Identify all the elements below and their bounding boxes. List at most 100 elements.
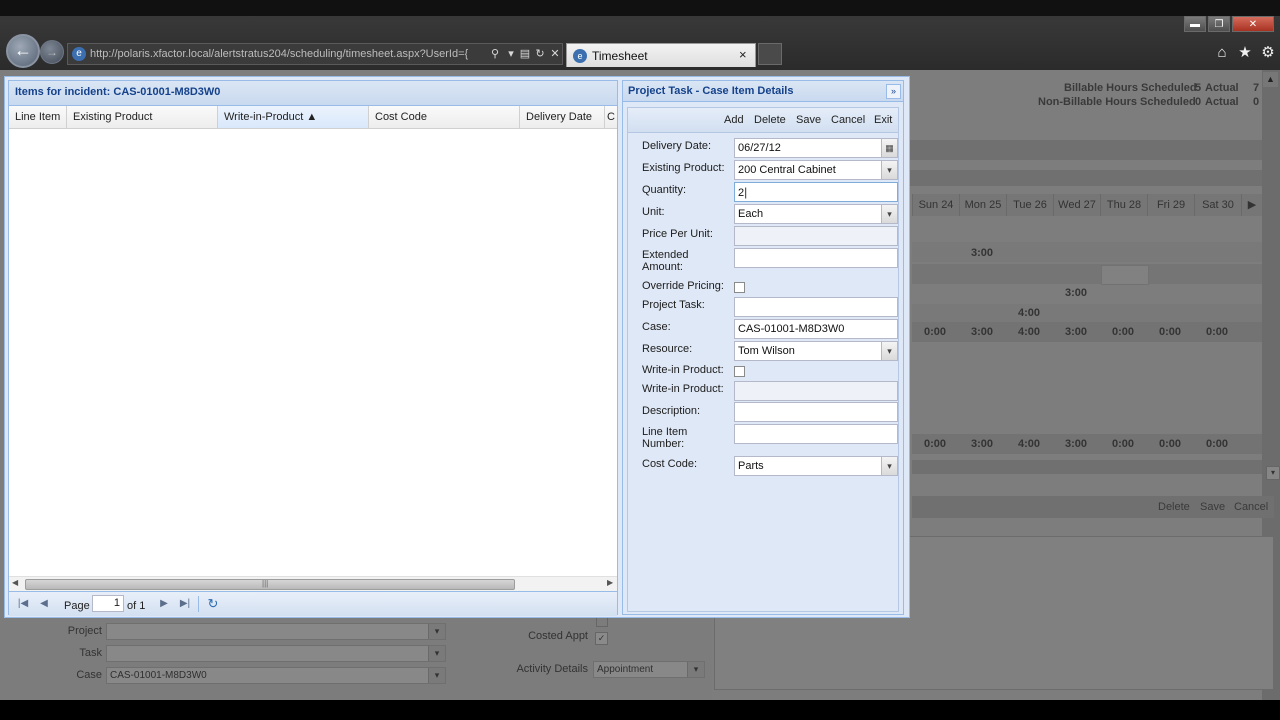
time-cell[interactable]: 3:00 — [1056, 287, 1096, 299]
case-field[interactable]: CAS-01001-M8D3W0 — [734, 319, 898, 339]
cost-code-field[interactable]: Parts ▾ — [734, 456, 898, 476]
price-per-unit-field[interactable] — [734, 226, 898, 246]
extended-amount-field[interactable] — [734, 248, 898, 268]
bg-cancel-button[interactable]: Cancel — [1234, 501, 1268, 513]
page-number-input[interactable]: 1 — [92, 595, 124, 612]
time-cell[interactable]: 3:00 — [962, 247, 1002, 259]
grid-body[interactable] — [9, 129, 617, 575]
save-button[interactable]: Save — [796, 114, 821, 126]
home-icon[interactable]: ⌂ — [1213, 44, 1231, 62]
column-delivery-date[interactable]: Delivery Date — [520, 106, 605, 128]
compat-icon[interactable]: ▤ — [518, 47, 532, 61]
chevron-down-icon[interactable]: ▾ — [881, 205, 897, 223]
scroll-right-icon[interactable]: ▶ — [607, 578, 613, 587]
add-button[interactable]: Add — [724, 114, 744, 126]
write-in-product-field[interactable] — [734, 381, 898, 401]
new-tab-button[interactable] — [758, 43, 782, 65]
bg-delete-button[interactable]: Delete — [1158, 501, 1190, 513]
column-line-item[interactable]: Line Item — [9, 106, 67, 128]
column-write-in-product[interactable]: Write-in-Product ▲ — [218, 106, 369, 128]
column-c[interactable]: C — [605, 106, 617, 128]
site-icon: e — [72, 47, 86, 61]
chevron-down-icon[interactable]: ▾ — [428, 668, 445, 683]
chevron-down-icon[interactable]: ▾ — [881, 342, 897, 360]
nonbillable-actual-label: Actual — [1205, 96, 1239, 108]
activity-field[interactable]: Appointment ▾ — [593, 661, 705, 678]
line-item-number-field[interactable] — [734, 424, 898, 444]
chevron-down-icon[interactable]: ▾ — [881, 161, 897, 179]
total-cell: 0:00 — [1205, 438, 1229, 450]
selected-cell[interactable] — [1101, 265, 1149, 285]
chevron-down-icon[interactable]: ▾ — [881, 457, 897, 475]
unit-field[interactable]: Each ▾ — [734, 204, 898, 224]
address-url[interactable]: http://polaris.xfactor.local/alertstratu… — [90, 48, 485, 60]
scroll-thumb[interactable]: ||| — [25, 579, 515, 590]
billable-actual: 7 — [1253, 82, 1260, 94]
search-icon[interactable]: ⚲ — [488, 47, 502, 61]
chevron-down-icon[interactable]: ▾ — [504, 47, 518, 61]
delivery-date-value: 06/27/12 — [738, 142, 781, 154]
total-cell: 3:00 — [970, 326, 994, 338]
items-grid-panel: Items for incident: CAS-01001-M8D3W0 Lin… — [8, 80, 618, 616]
refresh-icon[interactable]: ↻ — [205, 596, 221, 612]
last-page-icon[interactable]: ▶| — [177, 596, 193, 612]
column-existing-product[interactable]: Existing Product — [67, 106, 218, 128]
tab-timesheet[interactable]: e Timesheet × — [566, 43, 756, 67]
delivery-date-field[interactable]: 06/27/12 ▦ — [734, 138, 898, 158]
section-band — [912, 460, 1262, 474]
costed-label: Costed Appt — [528, 630, 588, 642]
close-window-button[interactable]: ✕ — [1232, 16, 1274, 32]
back-icon[interactable]: ← — [6, 34, 40, 68]
collapse-icon[interactable]: » — [886, 84, 901, 99]
maximize-button[interactable]: ❐ — [1208, 16, 1230, 32]
minimize-button[interactable]: ▬ — [1184, 16, 1206, 32]
favorites-icon[interactable]: ★ — [1236, 44, 1254, 62]
items-panel-header: Items for incident: CAS-01001-M8D3W0 — [9, 81, 617, 106]
write-in-product-checkbox[interactable] — [734, 366, 745, 377]
calendar-icon[interactable]: ▦ — [881, 139, 897, 157]
time-row — [912, 304, 1262, 324]
settings-icon[interactable]: ⚙ — [1259, 44, 1277, 62]
first-page-icon[interactable]: |◀ — [15, 596, 31, 612]
nonbillable-actual: 0 — [1253, 96, 1260, 108]
costed-checkbox[interactable]: ✓ — [595, 632, 608, 645]
forward-icon[interactable]: → — [40, 40, 64, 64]
chevron-down-icon[interactable]: ▾ — [428, 624, 445, 639]
text-cursor-icon: | — [744, 185, 748, 199]
details-panel: Project Task - Case Item Details » Add D… — [622, 80, 904, 615]
tab-title: Timesheet — [592, 49, 648, 63]
delete-button[interactable]: Delete — [754, 114, 786, 126]
total-cell: 0:00 — [923, 438, 947, 450]
refresh-icon[interactable]: ↻ — [533, 47, 547, 61]
close-tab-icon[interactable]: × — [739, 47, 747, 62]
cancel-button[interactable]: Cancel — [831, 114, 865, 126]
project-field[interactable]: ▾ — [106, 623, 446, 640]
quantity-field[interactable]: 2| — [734, 182, 898, 202]
bg-save-button[interactable]: Save — [1200, 501, 1225, 513]
next-page-icon[interactable]: ▶ — [156, 596, 172, 612]
prev-page-icon[interactable]: ◀ — [36, 596, 52, 612]
next-week-icon[interactable]: ▶ — [1241, 194, 1262, 216]
quantity-label: Quantity: — [642, 184, 687, 196]
address-bar[interactable]: e http://polaris.xfactor.local/alertstra… — [67, 43, 563, 65]
header-band — [910, 140, 1262, 160]
task-field[interactable]: ▾ — [106, 645, 446, 662]
chevron-down-icon[interactable]: ▾ — [687, 662, 704, 677]
existing-product-field[interactable]: 200 Central Cabinet ▾ — [734, 160, 898, 180]
exit-button[interactable]: Exit — [874, 114, 892, 126]
time-cell[interactable]: 4:00 — [1009, 307, 1049, 319]
checkbox-partial[interactable] — [596, 618, 608, 627]
description-field[interactable] — [734, 402, 898, 422]
case-field[interactable]: CAS-01001-M8D3W0 ▾ — [106, 667, 446, 684]
column-cost-code[interactable]: Cost Code — [369, 106, 520, 128]
resource-field[interactable]: Tom Wilson ▾ — [734, 341, 898, 361]
expand-icon[interactable]: ▾ — [1266, 466, 1280, 480]
stop-icon[interactable]: ✕ — [548, 47, 562, 61]
override-pricing-checkbox[interactable] — [734, 282, 745, 293]
project-task-field[interactable] — [734, 297, 898, 317]
scroll-up-icon[interactable]: ▲ — [1263, 72, 1278, 87]
scroll-left-icon[interactable]: ◀ — [12, 578, 18, 587]
chevron-down-icon[interactable]: ▾ — [428, 646, 445, 661]
horizontal-scrollbar[interactable]: ◀ ||| ▶ — [9, 576, 617, 591]
total-cell: 0:00 — [923, 326, 947, 338]
